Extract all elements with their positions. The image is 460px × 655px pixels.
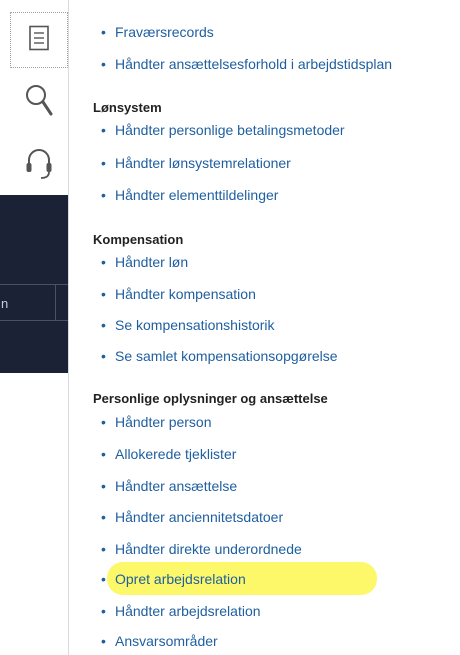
- bullet: •: [101, 414, 106, 430]
- bullet: •: [101, 317, 106, 333]
- background-column-divider: [55, 285, 56, 320]
- link-kompensationshistorik[interactable]: • Se kompensationshistorik: [101, 317, 275, 333]
- document-icon: [28, 25, 50, 56]
- link-haandter-arbejdsrelation[interactable]: • Håndter arbejdsrelation: [101, 603, 261, 619]
- search-button[interactable]: [10, 74, 68, 130]
- navigation-panel: • Fraværsrecords • Håndter ansættelsesfo…: [68, 0, 460, 655]
- background-text-fragment: n: [1, 296, 9, 311]
- link-haandter-kompensation[interactable]: • Håndter kompensation: [101, 286, 256, 302]
- bullet: •: [101, 348, 106, 364]
- bullet: •: [101, 603, 106, 619]
- background-divider: [0, 284, 68, 285]
- search-icon: [24, 83, 54, 122]
- link-haandter-lon[interactable]: • Håndter løn: [101, 254, 188, 270]
- bullet: •: [101, 155, 106, 171]
- link-kompensationsopgorelse[interactable]: • Se samlet kompensationsopgørelse: [101, 348, 338, 364]
- bullet: •: [101, 446, 106, 462]
- link-betalingsmetoder[interactable]: • Håndter personlige betalingsmetoder: [101, 122, 345, 138]
- headset-icon: [24, 147, 54, 186]
- bullet: •: [101, 56, 106, 72]
- document-button[interactable]: [10, 12, 68, 68]
- link-haandter-person[interactable]: • Håndter person: [101, 414, 212, 430]
- link-direkte-underordnede[interactable]: • Håndter direkte underordnede: [101, 541, 302, 557]
- link-haandter-ansaettelsesforhold[interactable]: • Håndter ansættelsesforhold i arbejdsti…: [101, 56, 392, 72]
- support-button[interactable]: [10, 138, 68, 194]
- link-haandter-ansaettelse[interactable]: • Håndter ansættelse: [101, 478, 237, 494]
- bullet: •: [101, 24, 106, 40]
- section-heading-personlige-oplysninger: Personlige oplysninger og ansættelse: [93, 391, 328, 406]
- link-allokerede-tjeklister[interactable]: • Allokerede tjeklister: [101, 446, 236, 462]
- link-opret-arbejdsrelation[interactable]: • Opret arbejdsrelation: [101, 571, 246, 587]
- bullet: •: [101, 633, 106, 649]
- link-ansvarsomraader[interactable]: • Ansvarsområder: [101, 633, 218, 649]
- section-heading-kompensation: Kompensation: [93, 232, 184, 247]
- link-lonsystemrelationer[interactable]: • Håndter lønsystemrelationer: [101, 155, 291, 171]
- section-heading-lonsystem: Lønsystem: [93, 100, 162, 115]
- bullet: •: [101, 478, 106, 494]
- background-divider: [0, 320, 68, 321]
- bullet: •: [101, 122, 106, 138]
- bullet: •: [101, 286, 106, 302]
- link-elementtildelinger[interactable]: • Håndter elementtildelinger: [101, 187, 278, 203]
- link-fravaersrecords[interactable]: • Fraværsrecords: [101, 24, 214, 40]
- bullet: •: [101, 509, 106, 525]
- link-anciennitetsdatoer[interactable]: • Håndter anciennitetsdatoer: [101, 509, 283, 525]
- bullet: •: [101, 187, 106, 203]
- bullet: •: [101, 254, 106, 270]
- bullet: •: [101, 571, 106, 587]
- bullet: •: [101, 541, 106, 557]
